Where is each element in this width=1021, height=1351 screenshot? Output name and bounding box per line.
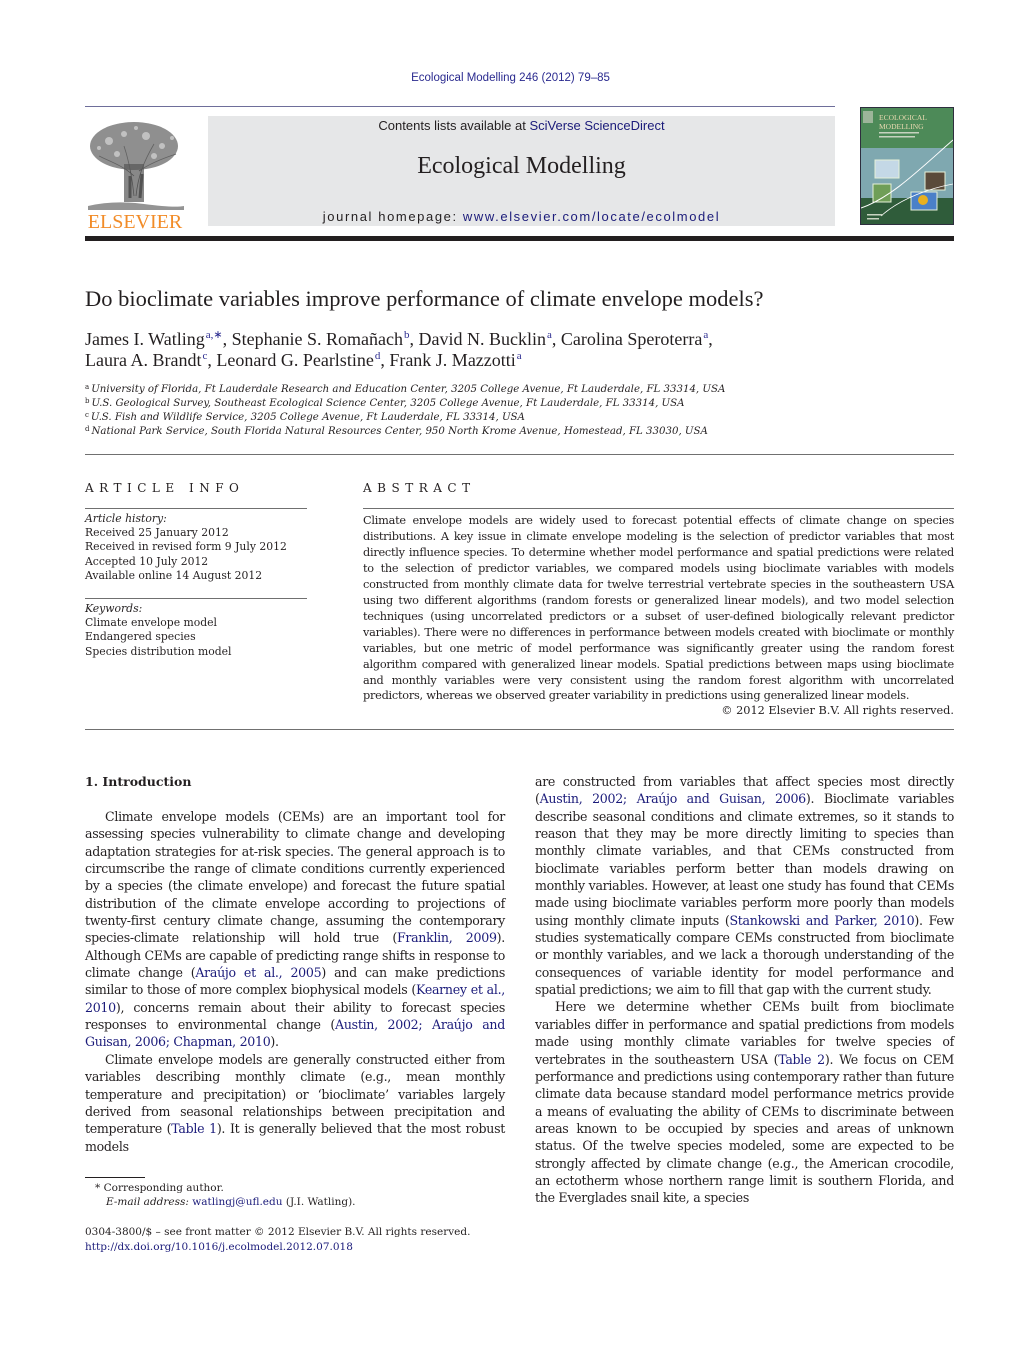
author-name[interactable]: David N. Bucklin <box>419 329 547 349</box>
article-history-label: Article history: <box>85 512 167 525</box>
article-info-heading: ARTICLE INFO <box>85 481 245 495</box>
header-rule <box>85 106 835 107</box>
abstract-heading: ABSTRACT <box>363 481 476 495</box>
affiliation-key: d <box>85 425 90 433</box>
affiliation-key: c <box>85 411 89 419</box>
cover-title-line1: ECOLOGICAL <box>879 113 927 122</box>
article-info-rule <box>85 508 307 509</box>
keywords-rule <box>85 598 307 599</box>
author-separator: , <box>551 329 561 349</box>
citation-link[interactable]: Table 2 <box>778 1052 825 1067</box>
journal-citation[interactable]: Ecological Modelling 246 (2012) 79–85 <box>0 72 1021 84</box>
sciencedirect-link[interactable]: SciVerse ScienceDirect <box>529 118 664 133</box>
cover-title-line2: MODELLING <box>879 122 924 131</box>
abstract-text: Climate envelope models are widely used … <box>363 514 954 703</box>
body-paragraph: are constructed from variables that affe… <box>535 773 954 998</box>
citation-link[interactable]: Araújo et al., 2005 <box>195 965 321 980</box>
footnote-star: * <box>95 1182 101 1194</box>
author-separator: , <box>708 329 713 349</box>
email-note: E-mail address: watlingj@ufl.edu (J.I. W… <box>106 1196 356 1208</box>
article-history: Article history: Received 25 January 201… <box>85 512 287 583</box>
corresponding-author-text: Corresponding author. <box>103 1182 224 1194</box>
affiliation-text: U.S. Fish and Wildlife Service, 3205 Col… <box>90 412 525 423</box>
affiliation-key: a <box>85 383 90 391</box>
affiliation-text: U.S. Geological Survey, Southeast Ecolog… <box>91 398 685 409</box>
paragraph-text: ). We focus on CEM performance and predi… <box>535 1051 955 1206</box>
abstract-bottom-rule <box>85 729 954 730</box>
history-item: Received in revised form 9 July 2012 <box>85 540 287 554</box>
history-item: Received 25 January 2012 <box>85 526 229 540</box>
section-heading-introduction: 1. Introduction <box>85 774 192 789</box>
citation-link[interactable]: Table 1 <box>171 1121 217 1136</box>
body-paragraph: Climate envelope models (CEMs) are an im… <box>85 808 505 1051</box>
affiliation: a University of Florida, Ft Lauderdale Re… <box>85 383 725 395</box>
homepage-line: journal homepage: www.elsevier.com/locat… <box>208 209 835 224</box>
keyword: Endangered species <box>85 630 196 644</box>
elsevier-logo[interactable]: ELSEVIER <box>84 116 186 233</box>
homepage-prefix: journal homepage: <box>322 209 463 224</box>
journal-banner: Contents lists available at SciVerse Sci… <box>208 116 835 226</box>
paper-title: Do bioclimate variables improve performa… <box>85 286 764 311</box>
author-name[interactable]: James I. Watling <box>85 329 205 349</box>
author-affiliation-mark[interactable]: a <box>517 350 522 362</box>
authors-line: James I. Watlinga,∗, Stephanie S. Romaña… <box>85 328 713 350</box>
citation-link[interactable]: Franklin, 2009 <box>397 930 497 945</box>
header-thick-rule <box>85 236 954 241</box>
issn-line: 0304-3800/$ – see front matter © 2012 El… <box>85 1226 471 1238</box>
journal-cover[interactable]: ECOLOGICAL MODELLING <box>860 107 954 225</box>
author-name[interactable]: Laura A. Brandt <box>85 350 201 370</box>
abstract-copyright: © 2012 Elsevier B.V. All rights reserved… <box>721 704 954 717</box>
affiliation-text: National Park Service, South Florida Nat… <box>91 426 708 437</box>
author-separator: , <box>207 350 217 370</box>
author-name[interactable]: Carolina Speroterra <box>561 329 702 349</box>
corresponding-author-note: * Corresponding author. <box>95 1182 224 1194</box>
keywords: Keywords: Climate envelope model Endange… <box>85 602 231 659</box>
history-item: Available online 14 August 2012 <box>85 568 263 582</box>
homepage-link[interactable]: www.elsevier.com/locate/ecolmodel <box>463 209 720 224</box>
affiliation: b U.S. Geological Survey, Southeast Ecolo… <box>85 397 684 409</box>
author-name[interactable]: Leonard G. Pearlstine <box>216 350 373 370</box>
cover-image-icon: ECOLOGICAL MODELLING <box>861 108 953 224</box>
email-link[interactable]: watlingj@ufl.edu <box>192 1196 282 1208</box>
paragraph-text: Climate envelope models (CEMs) are an im… <box>85 809 505 946</box>
keyword: Species distribution model <box>85 644 232 658</box>
citation-link[interactable]: Stankowski and Parker, 2010 <box>729 913 914 928</box>
affiliation-text: University of Florida, Ft Lauderdale Res… <box>91 384 726 395</box>
author-separator: , <box>222 329 232 349</box>
email-suffix: (J.I. Watling). <box>282 1196 356 1208</box>
contents-line: Contents lists available at SciVerse Sci… <box>208 118 835 133</box>
section-divider <box>85 454 954 455</box>
body-column-left: Climate envelope models (CEMs) are an im… <box>85 808 505 1155</box>
author-separator: , <box>380 350 390 370</box>
doi-link[interactable]: http://dx.doi.org/10.1016/j.ecolmodel.20… <box>85 1241 353 1253</box>
body-paragraph: Climate envelope models are generally co… <box>85 1051 505 1155</box>
authors-line: Laura A. Brandtc, Leonard G. Pearlstined… <box>85 350 522 371</box>
keyword: Climate envelope model <box>85 616 218 630</box>
affiliation: c U.S. Fish and Wildlife Service, 3205 Co… <box>85 411 525 423</box>
citation-link[interactable]: Austin, 2002; Araújo and Guisan, 2006 <box>540 791 807 806</box>
paragraph-text: ). <box>270 1034 279 1050</box>
paragraph-text: ). Bioclimate variables describe seasona… <box>535 791 954 928</box>
author-name[interactable]: Frank J. Mazzotti <box>389 350 515 370</box>
history-item: Accepted 10 July 2012 <box>85 554 209 568</box>
elsevier-tree-icon: ELSEVIER <box>88 122 184 233</box>
author-name[interactable]: Stephanie S. Romañach <box>232 329 403 349</box>
body-column-right: are constructed from variables that affe… <box>535 773 954 1207</box>
elsevier-wordmark: ELSEVIER <box>88 211 183 231</box>
body-paragraph: Here we determine whether CEMs built fro… <box>535 998 954 1206</box>
affiliation: d National Park Service, South Florida Na… <box>85 425 708 437</box>
author-affiliation-mark[interactable]: a,∗ <box>206 329 223 341</box>
email-label: E-mail address: <box>106 1196 189 1208</box>
abstract-rule <box>363 508 954 509</box>
author-separator: , <box>409 329 419 349</box>
journal-title: Ecological Modelling <box>417 153 626 179</box>
contents-prefix: Contents lists available at <box>378 118 530 133</box>
footnote-rule <box>85 1177 145 1178</box>
keywords-label: Keywords: <box>85 602 143 615</box>
affiliation-key: b <box>85 397 90 405</box>
